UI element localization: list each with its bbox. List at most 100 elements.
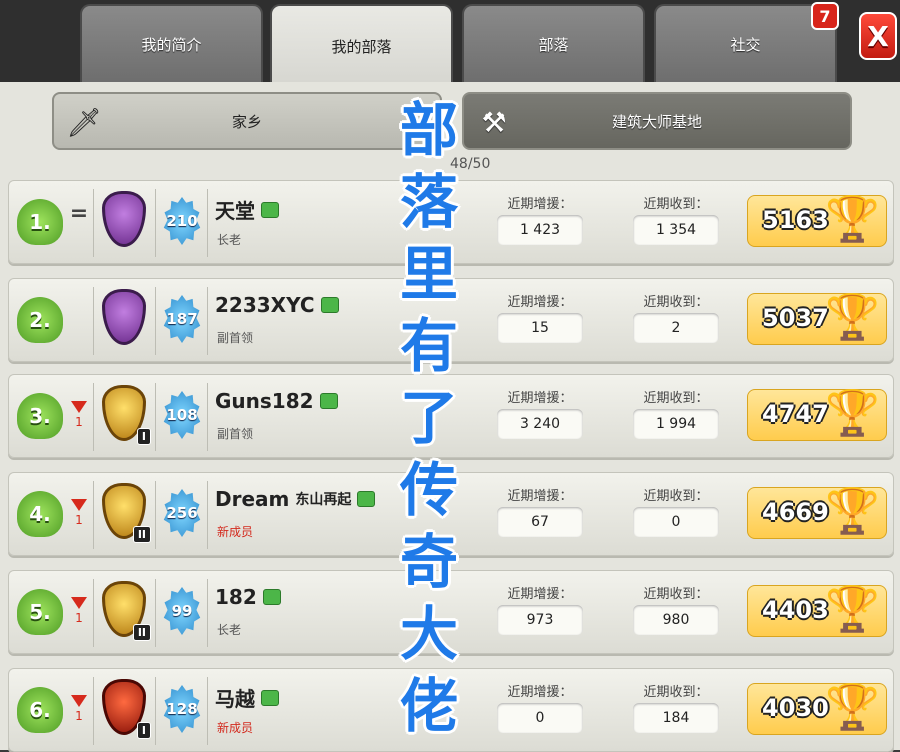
member-name[interactable]: 182 — [215, 585, 281, 609]
rank-badge: 3. — [17, 393, 63, 439]
trophy-count: 4747 — [762, 400, 829, 428]
chat-icon[interactable] — [261, 689, 279, 706]
xp-level-star: 108 — [163, 391, 201, 439]
xp-level-star: 256 — [163, 489, 201, 537]
tab-clans[interactable]: 部落 — [462, 4, 645, 82]
member-name[interactable]: 马越 — [215, 683, 279, 712]
rank-badge: 2. — [17, 297, 63, 343]
divider — [155, 579, 156, 647]
rank-down-icon — [71, 499, 87, 511]
divider — [155, 481, 156, 549]
builder-base-label: 建筑大师基地 — [611, 112, 702, 131]
divider — [93, 579, 94, 647]
notification-badge: 7 — [811, 2, 839, 30]
received-label: 近期收到： — [643, 197, 709, 212]
overlay-char: 奇 — [399, 528, 458, 596]
trophy-count: 4030 — [762, 694, 829, 722]
xp-level: 128 — [166, 700, 198, 718]
rank-down-icon — [71, 695, 87, 707]
builder-base-tab[interactable]: ⚒ 建筑大师基地 — [462, 92, 852, 150]
divider — [207, 287, 208, 355]
rank-down-icon — [71, 401, 87, 413]
rank-badge: 6. — [17, 687, 63, 733]
received-value: 184 — [633, 703, 719, 733]
divider — [207, 189, 208, 257]
chat-icon[interactable] — [261, 201, 279, 218]
trophy-icon: 🏆 — [825, 292, 880, 343]
rank-number: 3. — [29, 404, 51, 428]
trophy-box: 5037 🏆 — [747, 292, 887, 345]
tab-social[interactable]: 社交 — [654, 4, 837, 82]
xp-level-star: 99 — [163, 587, 201, 635]
chat-icon[interactable] — [262, 589, 281, 605]
member-name-suffix: 东山再起 — [295, 492, 352, 508]
member-name-text: 2233XYC — [215, 293, 315, 317]
sword-icon: 🗡 — [66, 105, 102, 139]
rank-badge: 1. — [17, 199, 63, 245]
trophy-icon: 🏆 — [825, 194, 880, 245]
member-role: 新成员 — [217, 525, 254, 539]
tab-my-profile[interactable]: 我的简介 — [80, 4, 263, 82]
received-label: 近期收到： — [643, 685, 709, 700]
member-name-text: Guns182 — [215, 389, 314, 413]
chat-icon[interactable] — [357, 491, 376, 507]
rank-change-value: 1 — [75, 709, 83, 723]
rank-down-icon — [71, 597, 87, 609]
league-shield-icon: II — [99, 483, 151, 545]
member-name-text: 天堂 — [215, 199, 255, 223]
chat-icon[interactable] — [320, 297, 339, 313]
league-tier: I — [136, 428, 151, 445]
crossed-axes-icon: ⚒ — [481, 105, 507, 139]
overlay-char: 传 — [399, 456, 458, 524]
member-name[interactable]: 2233XYC — [215, 293, 339, 317]
member-role: 长老 — [217, 623, 242, 637]
donated-value: 0 — [497, 703, 583, 733]
overlay-char: 部 — [399, 96, 458, 164]
chat-icon[interactable] — [319, 393, 338, 409]
xp-level-star: 128 — [163, 685, 201, 733]
divider — [207, 677, 208, 745]
received-label: 近期收到： — [643, 587, 709, 602]
member-name[interactable]: Guns182 — [215, 389, 338, 413]
rank-change: 1 — [67, 395, 91, 429]
tab-label: 部落 — [538, 35, 569, 54]
member-name[interactable]: Dream 东山再起 — [215, 487, 376, 511]
rank-change-value: 1 — [75, 513, 83, 527]
trophy-box: 4747 🏆 — [747, 388, 887, 441]
overlay-char: 里 — [399, 240, 458, 308]
league-shield-shape — [102, 289, 146, 345]
tab-label: 我的部落 — [331, 37, 392, 56]
league-tier: II — [132, 624, 151, 641]
member-name-text: 马越 — [215, 687, 255, 711]
donated-label: 近期增援： — [507, 587, 573, 602]
member-role: 副首领 — [217, 331, 254, 345]
overlay-char: 落 — [399, 168, 458, 236]
trophy-box: 4030 🏆 — [747, 682, 887, 735]
xp-level: 256 — [166, 504, 198, 522]
received-value: 980 — [633, 605, 719, 635]
trophy-count: 5037 — [762, 304, 829, 332]
trophy-count: 4403 — [762, 596, 829, 624]
received-value: 1 354 — [633, 215, 719, 245]
overlay-caption: 部落里有了传奇大佬 — [396, 94, 462, 742]
rank-number: 6. — [29, 698, 51, 722]
donated-value: 67 — [497, 507, 583, 537]
rank-badge: 4. — [17, 491, 63, 537]
donated-label: 近期增援： — [507, 197, 573, 212]
tab-my-clan[interactable]: 我的部落 — [270, 4, 453, 86]
home-village-label: 家乡 — [231, 112, 262, 131]
divider — [155, 383, 156, 451]
trophy-box: 4403 🏆 — [747, 584, 887, 637]
league-shield-icon: I — [99, 679, 151, 741]
xp-level: 187 — [166, 310, 198, 328]
rank-change-value: 1 — [75, 611, 83, 625]
rank-change: 1 — [67, 591, 91, 625]
home-village-tab[interactable]: 🗡 家乡 — [52, 92, 442, 150]
league-shield-shape — [102, 191, 146, 247]
divider — [93, 287, 94, 355]
member-name[interactable]: 天堂 — [215, 195, 279, 224]
league-shield-icon: I — [99, 385, 151, 447]
close-button[interactable]: X — [859, 12, 897, 60]
tab-label: 我的简介 — [141, 35, 202, 54]
divider — [93, 383, 94, 451]
